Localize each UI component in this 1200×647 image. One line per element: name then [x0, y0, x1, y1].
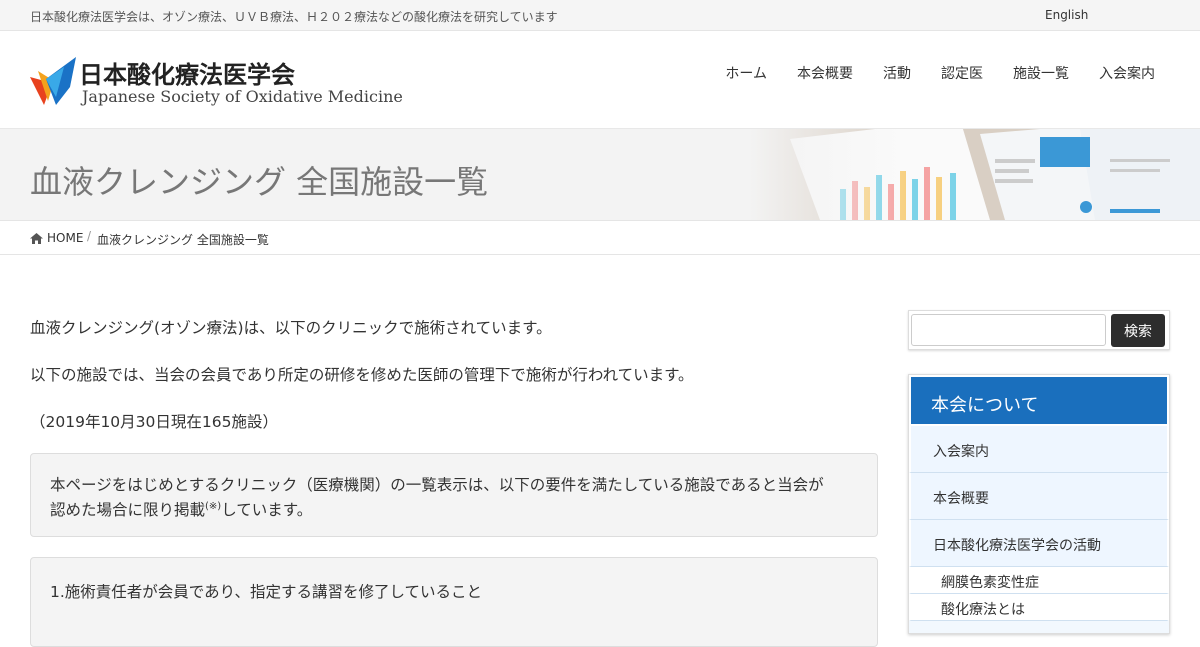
header-background-image — [750, 129, 1200, 220]
nav-home[interactable]: ホーム — [725, 63, 767, 83]
search-input[interactable] — [911, 314, 1106, 346]
intro-paragraph-1: 血液クレンジング(オゾン療法)は、以下のクリニックで施術されています。 — [30, 319, 552, 337]
facility-count: （2019年10月30日現在165施設） — [30, 413, 278, 431]
menu-item-overview[interactable]: 本会概要 — [909, 473, 1169, 520]
site-logo[interactable]: 日本酸化療法医学会 Japanese Society of Oxidative … — [30, 55, 403, 111]
breadcrumb: HOME / 血液クレンジング 全国施設一覧 — [0, 220, 1200, 255]
nav-certified-doctors[interactable]: 認定医 — [941, 63, 983, 83]
menu-subitem-oxidative-therapy[interactable]: 酸化療法とは — [909, 594, 1169, 621]
breadcrumb-home-label: HOME — [47, 231, 84, 245]
page-title: 血液クレンジング 全国施設一覧 — [30, 163, 489, 201]
english-link[interactable]: English — [1045, 8, 1088, 22]
notice-box: 本ページをはじめとするクリニック（医療機関）の一覧表示は、以下の要件を満たしてい… — [30, 453, 878, 537]
menu-item-membership[interactable]: 入会案内 — [909, 426, 1169, 473]
breadcrumb-current: 血液クレンジング 全国施設一覧 — [97, 233, 269, 247]
about-menu: 本会について 入会案内 本会概要 日本酸化療法医学会の活動 網膜色素変性症 酸化… — [908, 374, 1170, 634]
logo-text-en: Japanese Society of Oxidative Medicine — [82, 87, 403, 106]
breadcrumb-separator: / — [87, 229, 92, 243]
nav-activities[interactable]: 活動 — [883, 63, 911, 83]
site-header: 日本酸化療法医学会 Japanese Society of Oxidative … — [0, 31, 1200, 129]
global-nav: ホーム 本会概要 活動 認定医 施設一覧 入会案内 — [725, 63, 1155, 83]
top-bar: 日本酸化療法医学会は、オゾン療法、ＵＶＢ療法、Ｈ２０２療法などの酸化療法を研究し… — [0, 0, 1200, 31]
nav-facilities[interactable]: 施設一覧 — [1013, 63, 1069, 83]
nav-about[interactable]: 本会概要 — [797, 63, 853, 83]
breadcrumb-home[interactable]: HOME — [30, 231, 83, 245]
menu-subitem-retinitis[interactable]: 網膜色素変性症 — [909, 567, 1169, 594]
menu-item-activities[interactable]: 日本酸化療法医学会の活動 — [909, 520, 1169, 567]
requirements-box: 1.施術責任者が会員であり、指定する講習を修了していること — [30, 557, 878, 647]
intro-paragraph-2: 以下の施設では、当会の会員であり所定の研修を修めた医師の管理下で施術が行われてい… — [30, 366, 694, 384]
notice-line-1: 本ページをはじめとするクリニック（医療機関）の一覧表示は、以下の要件を満たしてい… — [50, 476, 824, 494]
requirement-1: 1.施術責任者が会員であり、指定する講習を修了していること — [50, 583, 483, 601]
search-widget: 検索 — [908, 310, 1170, 350]
logo-text-jp: 日本酸化療法医学会 — [79, 61, 295, 89]
logo-mark-icon — [30, 57, 76, 105]
search-button[interactable]: 検索 — [1111, 314, 1165, 347]
home-icon — [30, 232, 43, 244]
about-menu-title: 本会について — [909, 375, 1169, 426]
notice-line-2: 認めた場合に限り掲載(※)しています。 — [50, 501, 313, 520]
nav-membership[interactable]: 入会案内 — [1099, 63, 1155, 83]
site-description: 日本酸化療法医学会は、オゾン療法、ＵＶＢ療法、Ｈ２０２療法などの酸化療法を研究し… — [30, 10, 558, 24]
page-header: 血液クレンジング 全国施設一覧 — [0, 129, 1200, 220]
